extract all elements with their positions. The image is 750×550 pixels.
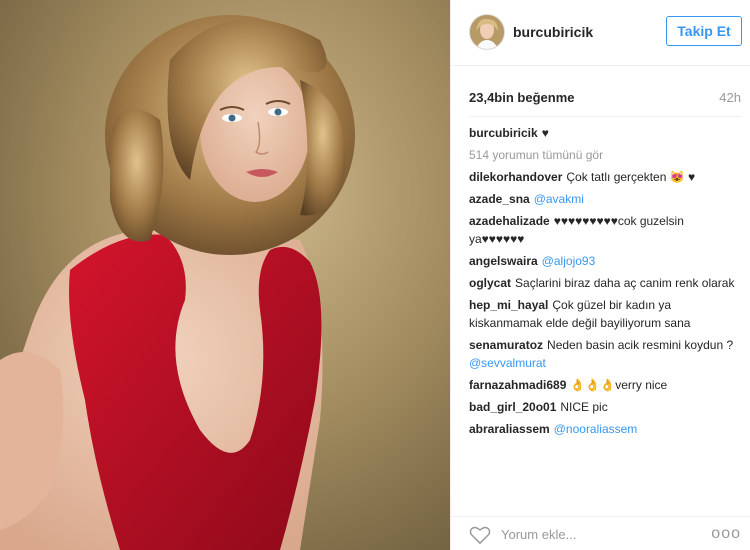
- comment-text: 👌👌👌verry nice: [570, 378, 668, 392]
- avatar-image: [470, 15, 504, 49]
- comment-item: farnazahmadi689 👌👌👌verry nice: [469, 376, 739, 394]
- comment-username[interactable]: dilekorhandover: [469, 170, 562, 184]
- comment-username[interactable]: farnazahmadi689: [469, 378, 566, 392]
- comment-username[interactable]: bad_girl_20o01: [469, 400, 556, 414]
- post-photo[interactable]: [0, 0, 450, 550]
- comment-text: Neden basin acik resmini koydun ?: [547, 338, 734, 352]
- caption-text: ♥: [541, 126, 549, 140]
- caption: burcubiricik ♥: [469, 124, 739, 142]
- comment-mention[interactable]: @avakmi: [534, 192, 584, 206]
- post-details-panel: burcubiricik Takip Et 23,4bin beğenme 42…: [450, 0, 750, 550]
- comment-username[interactable]: angelswaira: [469, 254, 538, 268]
- comment-footer: Yorum ekle... ooo: [451, 516, 750, 550]
- follow-button[interactable]: Takip Et: [666, 16, 742, 46]
- comment-item: abraraliassem @nooraliassem: [469, 420, 739, 438]
- comment-item: azade_sna @avakmi: [469, 190, 739, 208]
- comment-username[interactable]: azadehalizade: [469, 214, 550, 228]
- comment-item: senamuratoz Neden basin acik resmini koyd…: [469, 336, 739, 372]
- heart-icon[interactable]: [469, 525, 491, 545]
- comment-mention[interactable]: @aljojo93: [542, 254, 596, 268]
- comment-item: hep_mi_hayal Çok güzel bir kadın ya kiska…: [469, 296, 739, 332]
- comment-text: NICE pic: [560, 400, 608, 414]
- likes-row: 23,4bin beğenme 42h: [469, 90, 741, 108]
- post-time[interactable]: 42h: [719, 90, 741, 105]
- likes-count[interactable]: 23,4bin beğenme: [469, 90, 574, 105]
- comment-username[interactable]: hep_mi_hayal: [469, 298, 548, 312]
- post-header: burcubiricik Takip Et: [451, 0, 750, 66]
- comment-username[interactable]: abraraliassem: [469, 422, 550, 436]
- post-username[interactable]: burcubiricik: [513, 24, 593, 40]
- view-all-comments-link[interactable]: 514 yorumun tümünü gör: [469, 146, 739, 164]
- comment-text: Çok tatlı gerçekten 😻 ♥: [566, 170, 696, 184]
- comment-item: azadehalizade ♥♥♥♥♥♥♥♥♥cok guzelsin ya♥♥♥…: [469, 212, 739, 248]
- avatar[interactable]: [469, 14, 505, 50]
- add-comment-input[interactable]: Yorum ekle...: [501, 527, 576, 542]
- comment-username[interactable]: oglycat: [469, 276, 511, 290]
- comment-item: dilekorhandover Çok tatlı gerçekten 😻 ♥: [469, 168, 739, 186]
- comment-mention[interactable]: @nooraliassem: [554, 422, 638, 436]
- comment-username[interactable]: azade_sna: [469, 192, 530, 206]
- comment-item: bad_girl_20o01 NICE pic: [469, 398, 739, 416]
- comment-item: oglycat Saçlarini biraz daha aç canim ren…: [469, 274, 739, 292]
- comment-text: Saçlarini biraz daha aç canim renk olara…: [515, 276, 735, 290]
- post-photo-illustration: [0, 0, 450, 550]
- comments-list[interactable]: burcubiricik ♥ 514 yorumun tümünü gör dil…: [469, 124, 739, 504]
- caption-username[interactable]: burcubiricik: [469, 126, 538, 140]
- more-options-icon[interactable]: ooo: [711, 525, 741, 543]
- comment-username[interactable]: senamuratoz: [469, 338, 543, 352]
- comment-mention[interactable]: @sevvalmurat: [469, 356, 546, 370]
- comment-item: angelswaira @aljojo93: [469, 252, 739, 270]
- divider: [469, 116, 741, 117]
